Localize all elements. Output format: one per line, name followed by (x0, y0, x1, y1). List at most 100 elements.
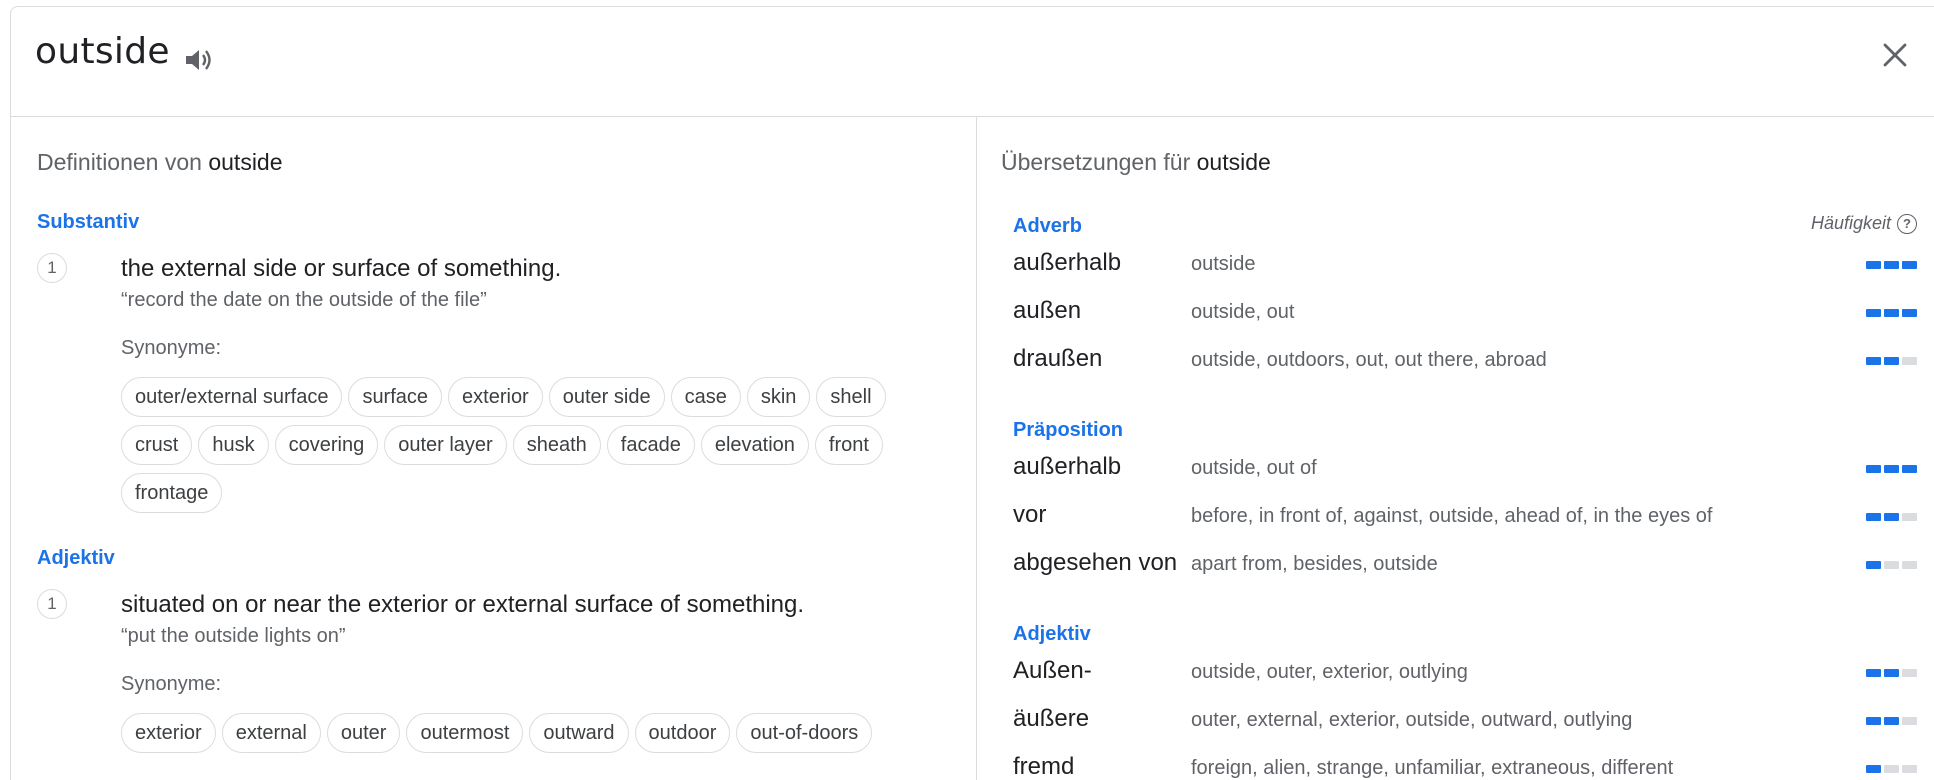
synonym-chip[interactable]: outer (326, 713, 401, 753)
column-divider (976, 117, 977, 780)
frequency-bar (1866, 669, 1881, 677)
frequency-bar (1902, 765, 1917, 773)
synonym-chip[interactable]: covering (274, 425, 379, 465)
synonym-chip[interactable]: outer side (548, 377, 665, 417)
translation-back: foreign, alien, strange, unfamiliar, ext… (1191, 757, 1674, 779)
translation-row[interactable]: äußere outer, external, exterior, outside… (1001, 705, 1931, 745)
translation-word[interactable]: fremd (1013, 753, 1074, 780)
frequency-bar (1884, 357, 1899, 365)
translation-word[interactable]: außen (1013, 297, 1081, 325)
frequency-bar (1902, 357, 1917, 365)
translation-back: before, in front of, against, outside, a… (1191, 505, 1713, 527)
translation-back: outer, external, exterior, outside, outw… (1191, 709, 1633, 731)
translation-row[interactable]: außerhalb outside (1001, 249, 1931, 289)
definition-example: “record the date on the outside of the f… (121, 289, 487, 311)
frequency-bar (1866, 717, 1881, 725)
translation-word[interactable]: außerhalb (1013, 453, 1121, 481)
speaker-icon[interactable] (183, 47, 213, 73)
frequency-bar (1884, 465, 1899, 473)
frequency-bar (1866, 561, 1881, 569)
translation-row[interactable]: abgesehen von apart from, besides, outsid… (1001, 549, 1931, 589)
synonym-chip[interactable]: sheath (512, 425, 601, 465)
frequency-bars (1866, 261, 1917, 269)
frequency-bar (1902, 561, 1917, 569)
translation-word[interactable]: äußere (1013, 705, 1089, 733)
synonym-chip[interactable]: out-of-doors (736, 713, 873, 753)
translation-back: outside, outdoors, out, out there, abroa… (1191, 349, 1547, 371)
frequency-bar (1884, 561, 1899, 569)
synonym-chip[interactable]: outermost (406, 713, 524, 753)
definition-number: 1 (37, 589, 67, 619)
frequency-bar (1902, 669, 1917, 677)
definitions-title: Definitionen von outside (37, 149, 283, 175)
synonym-chip[interactable]: frontage (121, 473, 223, 513)
translation-word[interactable]: draußen (1013, 345, 1102, 373)
translation-back: outside (1191, 253, 1256, 275)
translation-back: apart from, besides, outside (1191, 553, 1438, 575)
pos-adjektiv: Adjektiv (37, 547, 115, 569)
dictionary-header: outside (11, 7, 1934, 117)
frequency-bar (1866, 309, 1881, 317)
frequency-header: Häufigkeit ? (1811, 213, 1917, 234)
frequency-bars (1866, 669, 1917, 677)
frequency-bar (1866, 765, 1881, 773)
frequency-bars (1866, 309, 1917, 317)
synonym-chip[interactable]: front (814, 425, 883, 465)
frequency-bars (1866, 765, 1917, 773)
synonym-chip[interactable]: facade (606, 425, 695, 465)
frequency-bars (1866, 465, 1917, 473)
frequency-bar (1866, 513, 1881, 521)
translation-word[interactable]: Außen- (1013, 657, 1092, 685)
translation-back: outside, out of (1191, 457, 1317, 479)
synonym-chips-adjective: exterior external outer outermost outward out… (121, 713, 941, 753)
synonym-chip[interactable]: external (221, 713, 321, 753)
synonym-chip[interactable]: elevation (700, 425, 809, 465)
close-icon[interactable] (1881, 41, 1909, 69)
frequency-bars (1866, 561, 1917, 569)
frequency-bar (1884, 309, 1899, 317)
synonym-chip[interactable]: exterior (448, 377, 543, 417)
translation-pos: Adverb (1013, 215, 1082, 237)
frequency-bar (1902, 717, 1917, 725)
frequency-bars (1866, 513, 1917, 521)
definition-example: “put the outside lights on” (121, 625, 346, 647)
synonym-chip[interactable]: husk (198, 425, 269, 465)
translation-row[interactable]: vor before, in front of, against, outside… (1001, 501, 1931, 541)
translation-word[interactable]: abgesehen von (1013, 549, 1177, 577)
translation-back: outside, out (1191, 301, 1295, 323)
translation-row[interactable]: außerhalb outside, out of (1001, 453, 1931, 493)
frequency-bar (1902, 309, 1917, 317)
frequency-bars (1866, 357, 1917, 365)
frequency-bar (1884, 513, 1899, 521)
synonyms-label: Synonyme: (121, 673, 222, 695)
translation-word[interactable]: außerhalb (1013, 249, 1121, 277)
synonym-chip[interactable]: skin (746, 377, 811, 417)
translation-row[interactable]: fremd foreign, alien, strange, unfamiliar… (1001, 753, 1931, 780)
translation-row[interactable]: Außen-outside, outer, exterior, outlying (1001, 657, 1931, 697)
synonym-chip[interactable]: shell (816, 377, 886, 417)
frequency-bar (1902, 513, 1917, 521)
synonym-chip[interactable]: case (670, 377, 741, 417)
definition-text: situated on or near the exterior or exte… (121, 591, 805, 618)
help-icon[interactable]: ? (1897, 213, 1917, 234)
frequency-bar (1902, 261, 1917, 269)
frequency-bars (1866, 717, 1917, 725)
translation-word[interactable]: vor (1013, 501, 1046, 529)
headword: outside (35, 31, 170, 72)
synonym-chips-noun: outer/external surface surface exterior out… (121, 377, 941, 513)
dictionary-panel: outside Definitionen von outside Substan… (10, 6, 1934, 780)
translation-row[interactable]: außen outside, out (1001, 297, 1931, 337)
frequency-bar (1884, 669, 1899, 677)
synonym-chip[interactable]: outward (529, 713, 629, 753)
synonym-chip[interactable]: outer/external surface (121, 377, 343, 417)
synonym-chip[interactable]: exterior (121, 713, 216, 753)
translation-row[interactable]: draußen outside, outdoors, out, out there… (1001, 345, 1931, 385)
definition-text: the external side or surface of somethin… (121, 255, 562, 282)
synonym-chip[interactable]: surface (348, 377, 443, 417)
synonym-chip[interactable]: outer layer (384, 425, 507, 465)
frequency-bar (1866, 465, 1881, 473)
translation-pos: Adjektiv (1013, 623, 1091, 645)
synonym-chip[interactable]: crust (121, 425, 193, 465)
synonym-chip[interactable]: outdoor (634, 713, 731, 753)
frequency-bar (1866, 261, 1881, 269)
